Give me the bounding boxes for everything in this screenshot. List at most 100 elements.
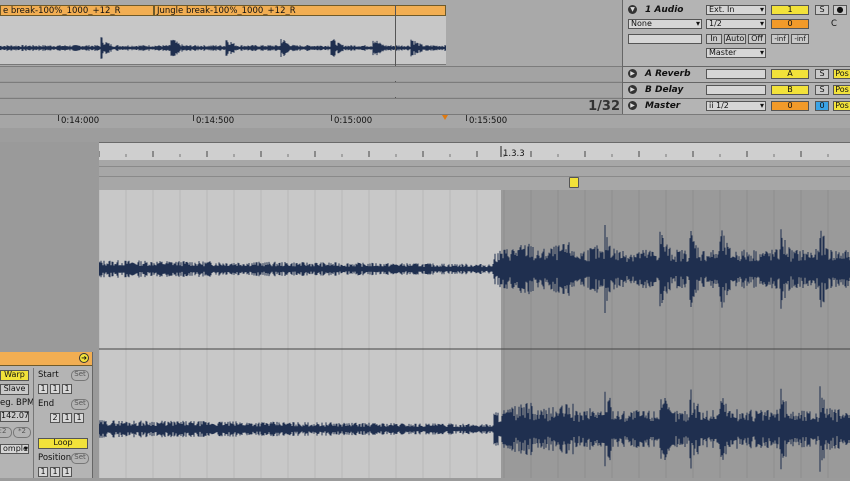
end-beat-field[interactable]: 1 [62, 413, 72, 423]
play-marker-icon [442, 115, 448, 120]
solo-button[interactable]: S [815, 5, 829, 15]
tick-mark [466, 115, 467, 121]
master-slave-button[interactable]: Slave [0, 384, 29, 395]
time-tick: 0:14:000 [61, 116, 100, 126]
beat-ruler[interactable]: 1.3.3 [98, 142, 850, 161]
output-value: Master [709, 48, 737, 57]
warp-button[interactable]: Warp [0, 370, 29, 381]
clip-header-2[interactable]: Jungle break-100%_1000_+12_R [154, 5, 446, 16]
clip-name: e break-100%_1000_+12_R [3, 6, 121, 16]
arrangement-view: e break-100%_1000_+12_R Jungle break-100… [0, 0, 622, 114]
position-sixteenth-field[interactable]: 1 [62, 467, 72, 477]
return-post-button[interactable]: Pos [833, 69, 850, 79]
track-fold-icon[interactable]: ▶ [628, 101, 637, 110]
clip-header-1[interactable]: e break-100%_1000_+12_R [0, 5, 154, 16]
set-end-button[interactable]: Set [71, 399, 89, 410]
return-solo-button[interactable]: S [815, 69, 829, 79]
input-channel-select[interactable]: None ▾ [628, 19, 702, 29]
chevron-down-icon: ▾ [759, 5, 764, 14]
master-volume-display[interactable]: 0 [771, 101, 809, 111]
chevron-down-icon: ▾ [759, 19, 764, 28]
master-track-name[interactable]: Master [645, 101, 680, 111]
end-label: End [38, 399, 55, 409]
divider [99, 166, 850, 167]
loop-brace-strip[interactable] [99, 160, 850, 190]
start-label: Start [38, 370, 59, 380]
return-input-select[interactable] [706, 85, 766, 95]
chevron-down-icon: ▾ [23, 444, 28, 453]
set-start-button[interactable]: Set [71, 370, 89, 381]
tick-mark [331, 115, 332, 121]
waveform-path [0, 37, 447, 59]
clip-name: Jungle break-100%_1000_+12_R [157, 6, 296, 16]
cue-volume-display[interactable]: 0 [815, 101, 829, 111]
arrangement-waveform [0, 37, 447, 59]
clip-title-bar: ➜ [0, 352, 92, 366]
mixer-section: ▼ 1 Audio None ▾ Ext. In ▾ 1/2 ▾ In Auto Of… [622, 0, 850, 114]
output-select[interactable]: Master ▾ [706, 48, 766, 58]
start-bar-field[interactable]: 1 [38, 384, 48, 394]
channel-value: 1/2 [709, 19, 722, 28]
divider [623, 82, 850, 83]
seg-bpm-label: eg. BPM [0, 398, 35, 408]
return-input-select[interactable] [706, 69, 766, 79]
monitor-auto-button[interactable]: Auto [724, 34, 746, 44]
track-name[interactable]: 1 Audio [645, 5, 683, 15]
start-sixteenth-field[interactable]: 1 [62, 384, 72, 394]
return-lane-a [0, 66, 622, 81]
unwarped-region [99, 190, 501, 478]
time-tick: 0:15:000 [334, 116, 373, 126]
input-sub-select[interactable] [628, 34, 702, 44]
chevron-down-icon: ▾ [759, 101, 764, 110]
position-label: Position [38, 453, 72, 463]
position-beat-field[interactable]: 1 [50, 467, 60, 477]
chevron-down-icon: ▾ [695, 19, 700, 28]
arrow-right-icon[interactable]: ➜ [79, 353, 89, 363]
divider [623, 66, 850, 67]
divider [0, 128, 850, 142]
return-activator-button[interactable]: B [771, 85, 809, 95]
input-type-value: Ext. In [709, 5, 735, 14]
double-bpm-button[interactable]: *2 [13, 427, 31, 438]
clip-waveform[interactable] [0, 16, 447, 65]
return-activator-button[interactable]: A [771, 69, 809, 79]
input-channel-pair-select[interactable]: 1/2 ▾ [706, 19, 766, 29]
track-fold-icon[interactable]: ▶ [628, 69, 637, 78]
halve-bpm-button[interactable]: :2 [0, 427, 12, 438]
master-output-select[interactable]: ii 1/2 ▾ [706, 101, 766, 111]
warp-mode-select[interactable]: omple ▾ [0, 444, 29, 454]
position-bar-field[interactable]: 1 [38, 467, 48, 477]
clip-properties-panel: ➜ Warp Slave eg. BPM 142.07 :2 *2 omple ▾… [0, 352, 93, 478]
peak-right-display: -inf [791, 34, 809, 44]
return-post-button[interactable]: Pos [833, 85, 850, 95]
pan-display[interactable]: C [831, 19, 837, 29]
end-sixteenth-field[interactable]: 1 [74, 413, 84, 423]
warp-marker-handle[interactable] [569, 177, 579, 188]
return-lane-b [0, 82, 622, 97]
master-lane: 1/32 [0, 98, 622, 114]
track-activator-button[interactable]: 1 [771, 5, 809, 15]
track-fold-icon[interactable]: ▼ [628, 5, 637, 14]
time-tick: 0:15:500 [469, 116, 508, 126]
return-track-name[interactable]: A Reverb [645, 69, 691, 79]
return-track-name[interactable]: B Delay [645, 85, 683, 95]
divider [33, 368, 34, 478]
return-solo-button[interactable]: S [815, 85, 829, 95]
chevron-down-icon: ▾ [759, 48, 764, 57]
start-beat-field[interactable]: 1 [50, 384, 60, 394]
volume-display[interactable]: 0 [771, 19, 809, 29]
divider [99, 176, 850, 177]
end-bar-field[interactable]: 2 [50, 413, 60, 423]
arm-button[interactable]: ● [833, 5, 847, 15]
sample-waveform-display[interactable] [98, 190, 850, 478]
monitor-off-button[interactable]: Off [748, 34, 766, 44]
input-channel-value: None [631, 19, 652, 28]
input-type-select[interactable]: Ext. In ▾ [706, 5, 766, 15]
loop-button[interactable]: Loop [38, 438, 88, 449]
master-post-button[interactable]: Pos [833, 101, 850, 111]
bpm-field[interactable]: 142.07 [0, 411, 29, 422]
monitor-in-button[interactable]: In [706, 34, 722, 44]
set-position-button[interactable]: Set [71, 453, 89, 464]
track-fold-icon[interactable]: ▶ [628, 85, 637, 94]
tick-mark [193, 115, 194, 121]
